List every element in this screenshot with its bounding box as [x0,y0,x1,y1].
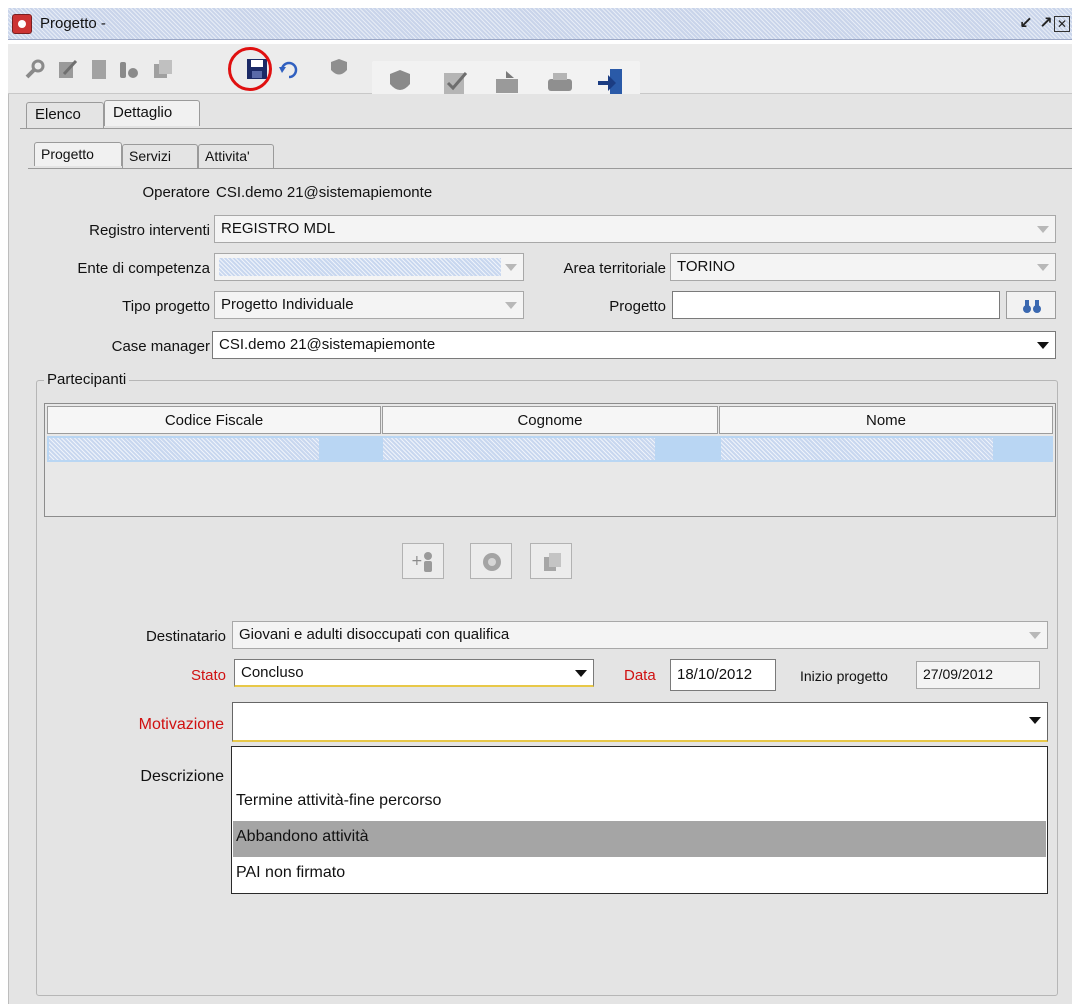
close-icon[interactable]: ✕ [1054,16,1070,32]
duplicate-participant-button[interactable] [530,543,572,579]
binoculars-icon[interactable] [118,58,140,80]
dropdown-option-abbandono[interactable]: Abbandono attività [233,821,1046,857]
tipo-value: Progetto Individuale [221,296,354,313]
search-button[interactable] [1006,291,1056,319]
progetto-input[interactable] [672,291,1000,319]
dropdown-option-pai[interactable]: PAI non firmato [233,857,1046,893]
remove-icon [483,553,501,571]
maximize-icon[interactable]: ↗ [1036,14,1056,34]
case-manager-select[interactable]: CSI.demo 21@sistemapiemonte [212,331,1056,359]
partecipanti-table: Codice Fiscale Cognome Nome [44,403,1056,517]
add-person-icon: + [411,552,432,572]
tab-elenco[interactable]: Elenco [26,102,104,128]
table-cell-masked [49,438,319,460]
shield-icon[interactable] [328,58,350,80]
column-header-codice-fiscale[interactable]: Codice Fiscale [47,406,381,434]
remove-participant-button[interactable] [470,543,512,579]
dropdown-option-empty[interactable] [233,749,1046,785]
tab-servizi[interactable]: Servizi [122,144,198,168]
table-cell-masked [721,438,993,460]
tipo-label: Tipo progetto [122,298,210,315]
svg-text:+: + [411,553,423,569]
partecipanti-legend: Partecipanti [44,371,130,388]
ente-value-masked [219,258,501,276]
destinatario-select[interactable]: Giovani e adulti disoccupati con qualifi… [232,621,1048,649]
binoculars-icon [1023,300,1041,313]
highlight-circle [228,47,272,91]
stato-value: Concluso [241,664,304,681]
table-cell-masked [383,438,655,460]
area-select[interactable]: TORINO [670,253,1056,281]
copy-icon[interactable] [152,58,174,80]
shield-icon[interactable] [386,69,414,97]
new-document-icon[interactable] [88,58,110,80]
duplicate-icon [544,553,561,571]
export-icon[interactable] [494,69,522,97]
stato-label: Stato [190,667,226,684]
ente-select[interactable] [214,253,524,281]
inner-tab-divider [28,168,1072,169]
operatore-value: CSI.demo 21@sistemapiemonte [216,184,433,201]
inizio-value: 27/09/2012 [916,661,1040,689]
destinatario-label: Destinatario [145,628,226,645]
inizio-label: Inizio progetto [800,668,888,684]
data-label: Data [624,667,656,684]
add-participant-button[interactable]: + [402,543,444,579]
chevron-down-icon [505,264,517,271]
chevron-down-icon [1037,342,1049,349]
data-input[interactable]: 18/10/2012 [670,659,776,691]
registro-value: REGISTRO MDL [221,220,336,237]
chevron-down-icon [1029,717,1041,724]
stato-select[interactable]: Concluso [234,659,594,687]
chevron-down-icon [575,670,587,677]
tab-dettaglio[interactable]: Dettaglio [104,100,200,126]
area-value: TORINO [677,258,736,275]
column-header-cognome[interactable]: Cognome [382,406,718,434]
motivazione-select[interactable] [232,702,1048,742]
case-manager-value: CSI.demo 21@sistemapiemonte [219,336,436,353]
chevron-down-icon [1029,632,1041,639]
area-label: Area territoriale [563,260,666,277]
print-icon[interactable] [546,69,574,97]
tab-attivita[interactable]: Attivita' [198,144,274,168]
window-title-bar: Progetto - ↙ ↗ ✕ [8,8,1072,40]
undo-icon[interactable] [278,58,300,80]
descrizione-label: Descrizione [140,768,224,785]
checklist-icon[interactable] [442,69,470,97]
motivazione-dropdown-list: Termine attività-fine percorso Abbandono… [231,746,1048,894]
registro-select[interactable]: REGISTRO MDL [214,215,1056,243]
case-manager-label: Case manager [111,338,210,355]
chevron-down-icon [1037,226,1049,233]
app-icon [12,14,32,34]
column-header-nome[interactable]: Nome [719,406,1053,434]
dropdown-option-termine[interactable]: Termine attività-fine percorso [233,785,1046,821]
registro-label: Registro interventi [89,222,210,239]
motivazione-label: Motivazione [138,716,224,733]
chevron-down-icon [1037,264,1049,271]
destinatario-value: Giovani e adulti disoccupati con qualifi… [239,626,510,643]
chevron-down-icon [505,302,517,309]
minimize-icon[interactable]: ↙ [1016,14,1036,34]
tab-divider [20,128,1072,129]
progetto-label: Progetto [609,298,666,315]
ente-label: Ente di competenza [77,260,210,277]
edit-icon[interactable] [56,58,78,80]
search-icon[interactable] [24,58,46,80]
window-title: Progetto - [40,15,106,32]
tipo-select[interactable]: Progetto Individuale [214,291,524,319]
tab-progetto[interactable]: Progetto [34,142,122,166]
operatore-label: Operatore [142,184,210,201]
